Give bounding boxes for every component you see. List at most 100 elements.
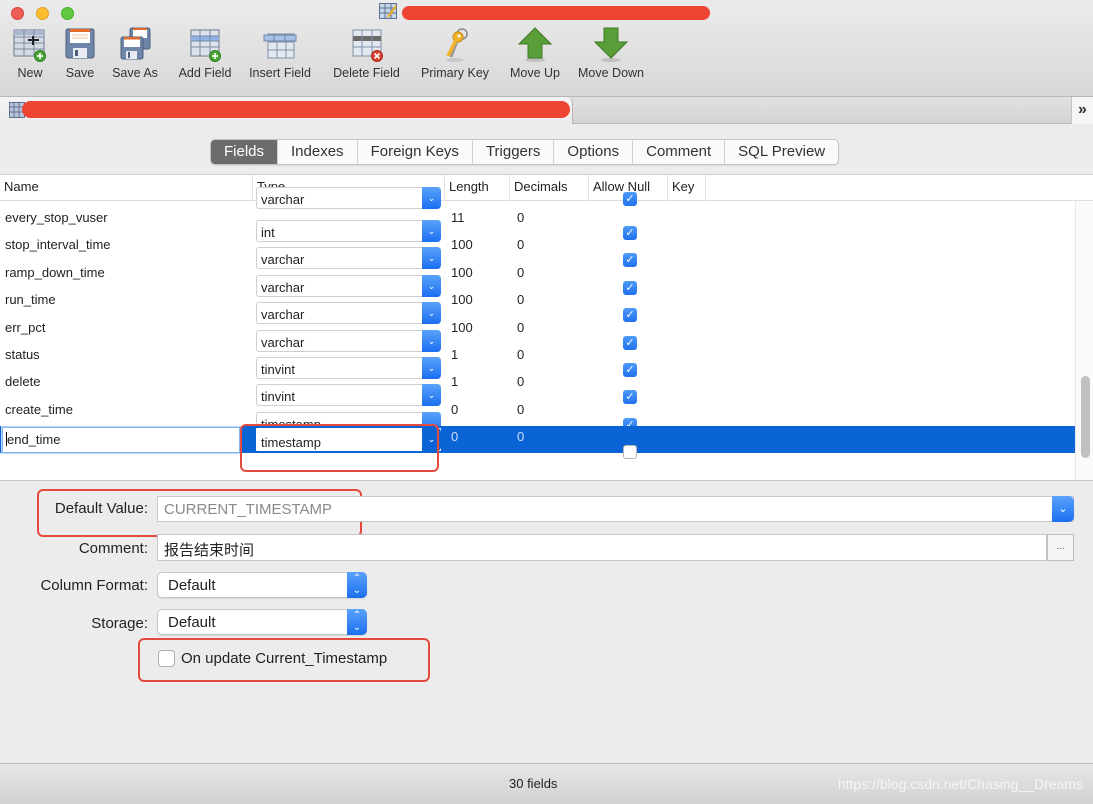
field-decimals[interactable]: 0: [517, 289, 524, 316]
field-length[interactable]: 1: [451, 344, 458, 371]
field-name[interactable]: ramp_down_time: [5, 262, 105, 289]
add-field-button[interactable]: Add Field: [172, 26, 238, 92]
window-title-redacted: [402, 6, 710, 20]
table-row[interactable]: create_time timestamp ⌄ 0 0 ✓: [0, 399, 1075, 434]
primary-key-button-label: Primary Key: [420, 66, 490, 80]
close-window-button[interactable]: [11, 7, 24, 20]
field-length[interactable]: 100: [451, 289, 473, 316]
type-value: timestamp: [261, 435, 321, 451]
on-update-label[interactable]: On update Current_Timestamp: [181, 650, 387, 667]
table-scrollbar[interactable]: [1075, 201, 1093, 480]
comment-text: 报告结束时间: [164, 542, 255, 559]
tab-sql-preview[interactable]: SQL Preview: [724, 140, 838, 164]
comment-expand-button[interactable]: ...: [1047, 534, 1074, 561]
comment-input[interactable]: 报告结束时间: [157, 534, 1047, 561]
field-name[interactable]: every_stop_vuser: [5, 207, 108, 234]
save-as-button-label: Save As: [112, 66, 158, 80]
table-row[interactable]: run_time varchar ⌄ 100 0 ✓: [0, 289, 1075, 325]
table-body: varchar ⌄ ✓ every_stop_vuser int ⌄ 11 0 ✓ stop…: [0, 187, 1075, 480]
field-decimals[interactable]: 0: [517, 207, 524, 234]
column-header-length[interactable]: Length: [445, 175, 510, 201]
move-up-button[interactable]: Move Up: [505, 26, 565, 92]
field-decimals[interactable]: 0: [517, 399, 524, 426]
table-header: Name Type Length Decimals Allow Null Key: [0, 175, 1093, 201]
table-row[interactable]: delete tinvint ⌄ 1 0 ✓: [0, 371, 1075, 407]
insert-field-button[interactable]: Insert Field: [244, 26, 316, 92]
more-tabs-button[interactable]: »: [1071, 97, 1093, 124]
table-row[interactable]: status tinvint ⌄ 1 0 ✓: [0, 344, 1075, 379]
field-length[interactable]: 100: [451, 317, 473, 344]
storage-select[interactable]: Default ⌃ ⌄: [157, 609, 367, 635]
column-format-label: Column Format:: [40, 577, 148, 594]
field-length[interactable]: 100: [451, 234, 473, 261]
arrow-down-icon: [593, 27, 629, 62]
type-select[interactable]: timestamp ⌄: [254, 426, 443, 454]
add-field-button-label: Add Field: [178, 66, 232, 80]
field-length[interactable]: 11: [451, 207, 465, 234]
column-format-value: Default: [168, 577, 216, 594]
field-length[interactable]: 0: [451, 426, 458, 453]
save-button[interactable]: Save: [61, 26, 99, 92]
field-name-input[interactable]: end_time: [2, 427, 240, 454]
scrollbar-thumb[interactable]: [1081, 376, 1090, 458]
field-name[interactable]: status: [5, 344, 40, 371]
object-tab-title-redacted: [22, 101, 570, 118]
field-decimals[interactable]: 0: [517, 234, 524, 261]
field-length[interactable]: 0: [451, 399, 458, 426]
table-row[interactable]: every_stop_vuser int ⌄ 11 0 ✓: [0, 207, 1075, 242]
allow-null-checkbox[interactable]: ✓: [623, 192, 637, 206]
primary-key-button[interactable]: Primary Key: [416, 26, 494, 92]
field-length[interactable]: 1: [451, 371, 458, 398]
field-name[interactable]: stop_interval_time: [5, 234, 111, 261]
field-decimals[interactable]: 0: [517, 371, 524, 398]
table-row[interactable]: ramp_down_time varchar ⌄ 100 0 ✓: [0, 262, 1075, 297]
save-disk-icon: [65, 28, 95, 59]
table-row[interactable]: end_time timestamp ⌄ 0 0: [0, 426, 1075, 460]
field-name[interactable]: run_time: [5, 289, 56, 316]
insert-field-icon: [263, 33, 297, 59]
field-name[interactable]: create_time: [5, 399, 73, 426]
column-format-select[interactable]: Default ⌃ ⌄: [157, 572, 367, 598]
field-length[interactable]: 100: [451, 262, 473, 289]
column-header-name[interactable]: Name: [0, 175, 253, 201]
field-decimals[interactable]: 0: [517, 426, 524, 453]
field-name[interactable]: err_pct: [5, 317, 45, 344]
delete-field-button[interactable]: Delete Field: [327, 26, 406, 92]
new-button[interactable]: New: [11, 26, 49, 92]
updown-chevron-icon: ⌃ ⌄: [347, 572, 367, 598]
object-tab-active[interactable]: [0, 97, 573, 124]
key-icon: [446, 28, 468, 62]
on-update-checkbox[interactable]: [158, 650, 175, 667]
move-down-button[interactable]: Move Down: [574, 26, 648, 92]
new-button-label: New: [17, 66, 43, 80]
type-select[interactable]: varchar ⌄: [256, 187, 441, 209]
watermark-text: https://blog.csdn.net/Chasing__Dreams: [837, 776, 1083, 792]
table-row[interactable]: err_pct varchar ⌄ 100 0 ✓: [0, 317, 1075, 352]
maximize-window-button[interactable]: [61, 7, 74, 20]
field-decimals[interactable]: 0: [517, 262, 524, 289]
field-decimals[interactable]: 0: [517, 317, 524, 344]
tab-options[interactable]: Options: [553, 140, 632, 164]
chevron-down-icon: ⌄: [422, 187, 441, 209]
arrow-up-icon: [517, 27, 553, 62]
allow-null-checkbox[interactable]: [623, 445, 637, 460]
window-titlebar: New Save Save As Add Field Insert Field …: [0, 0, 1093, 97]
minimize-window-button[interactable]: [36, 7, 49, 20]
table-row[interactable]: stop_interval_time varchar ⌄ 100 0 ✓: [0, 234, 1075, 270]
tab-triggers[interactable]: Triggers: [471, 140, 553, 164]
chevron-down-icon[interactable]: ⌄: [1052, 496, 1074, 522]
tab-comment[interactable]: Comment: [632, 140, 724, 164]
column-header-key[interactable]: Key: [668, 175, 706, 201]
default-value-combobox[interactable]: CURRENT_TIMESTAMP ⌄: [157, 496, 1074, 522]
fields-table: Name Type Length Decimals Allow Null Key…: [0, 174, 1093, 481]
tab-fields[interactable]: Fields: [211, 140, 278, 164]
field-count: 30 fields: [509, 776, 558, 791]
tab-foreign-keys[interactable]: Foreign Keys: [356, 140, 472, 164]
tab-indexes[interactable]: Indexes: [277, 140, 357, 164]
add-field-icon: [190, 29, 221, 62]
field-decimals[interactable]: 0: [517, 344, 524, 371]
field-name[interactable]: delete: [5, 371, 40, 398]
save-as-button[interactable]: Save As: [110, 26, 160, 92]
insert-field-button-label: Insert Field: [249, 66, 311, 80]
column-header-decimals[interactable]: Decimals: [510, 175, 589, 201]
